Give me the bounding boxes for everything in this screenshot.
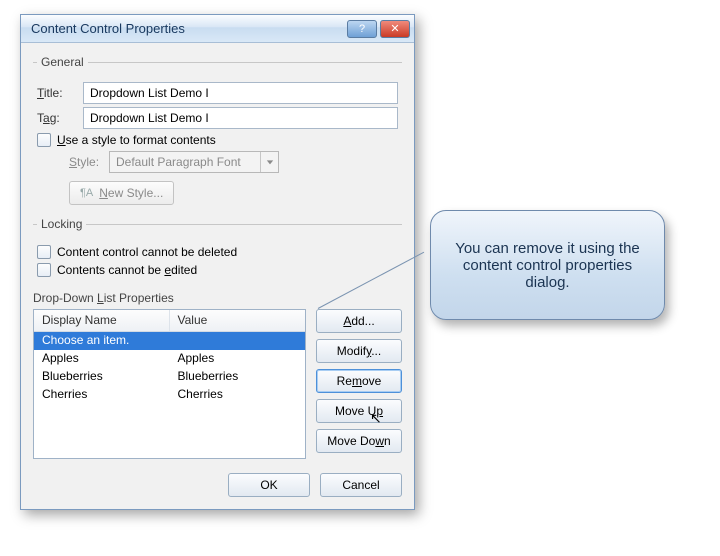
new-style-icon: ¶A [80, 187, 93, 199]
close-button[interactable]: ✕ [380, 20, 410, 38]
list-cell-value: Blueberries [170, 368, 306, 386]
col-value: Value [170, 310, 306, 331]
cancel-button[interactable]: Cancel [320, 473, 402, 497]
list-item[interactable]: Choose an item. [34, 332, 305, 350]
tag-input[interactable] [83, 107, 398, 129]
dialog-title: Content Control Properties [31, 21, 344, 36]
locking-legend: Locking [37, 217, 86, 231]
general-group: General Title: Tag: Use a style to forma… [33, 55, 402, 211]
style-label: Style: [69, 155, 109, 169]
locking-group: Locking Content control cannot be delete… [33, 217, 402, 283]
new-style-label: New Style... [99, 186, 163, 200]
title-label: Title: [37, 86, 83, 100]
list-item[interactable]: BlueberriesBlueberries [34, 368, 305, 386]
content-control-properties-dialog: Content Control Properties ? ✕ General T… [20, 14, 415, 510]
general-legend: General [37, 55, 88, 69]
move-down-button[interactable]: Move Down [316, 429, 402, 453]
title-input[interactable] [83, 82, 398, 104]
cannot-delete-label: Content control cannot be deleted [57, 245, 237, 259]
list-header: Display Name Value [34, 310, 305, 332]
remove-button[interactable]: Remove [316, 369, 402, 393]
cannot-delete-checkbox[interactable] [37, 245, 51, 259]
list-item[interactable]: CherriesCherries [34, 386, 305, 404]
cannot-edit-label: Contents cannot be edited [57, 263, 197, 277]
list-cell-value: Apples [170, 350, 306, 368]
tag-label: Tag: [37, 111, 83, 125]
list-cell-value [170, 332, 306, 350]
callout-bubble: You can remove it using the content cont… [430, 210, 665, 320]
use-style-checkbox[interactable] [37, 133, 51, 147]
add-button[interactable]: Add... [316, 309, 402, 333]
help-button[interactable]: ? [347, 20, 377, 38]
list-cell-display: Apples [34, 350, 170, 368]
style-combo[interactable]: Default Paragraph Font [109, 151, 279, 173]
chevron-down-icon [260, 152, 278, 172]
move-up-button[interactable]: Move Up [316, 399, 402, 423]
new-style-button[interactable]: ¶A New Style... [69, 181, 174, 205]
cannot-edit-checkbox[interactable] [37, 263, 51, 277]
ok-button[interactable]: OK [228, 473, 310, 497]
col-display-name: Display Name [34, 310, 170, 331]
list-item[interactable]: ApplesApples [34, 350, 305, 368]
close-icon: ✕ [390, 22, 399, 35]
callout-text: You can remove it using the content cont… [445, 240, 650, 291]
list-cell-display: Blueberries [34, 368, 170, 386]
list-cell-display: Cherries [34, 386, 170, 404]
list-cell-display: Choose an item. [34, 332, 170, 350]
list-cell-value: Cherries [170, 386, 306, 404]
modify-button[interactable]: Modify... [316, 339, 402, 363]
dropdown-listbox[interactable]: Display Name Value Choose an item.Apples… [33, 309, 306, 459]
style-combo-value: Default Paragraph Font [110, 155, 260, 169]
titlebar: Content Control Properties ? ✕ [21, 15, 414, 43]
use-style-label: Use a style to format contents [57, 133, 216, 147]
